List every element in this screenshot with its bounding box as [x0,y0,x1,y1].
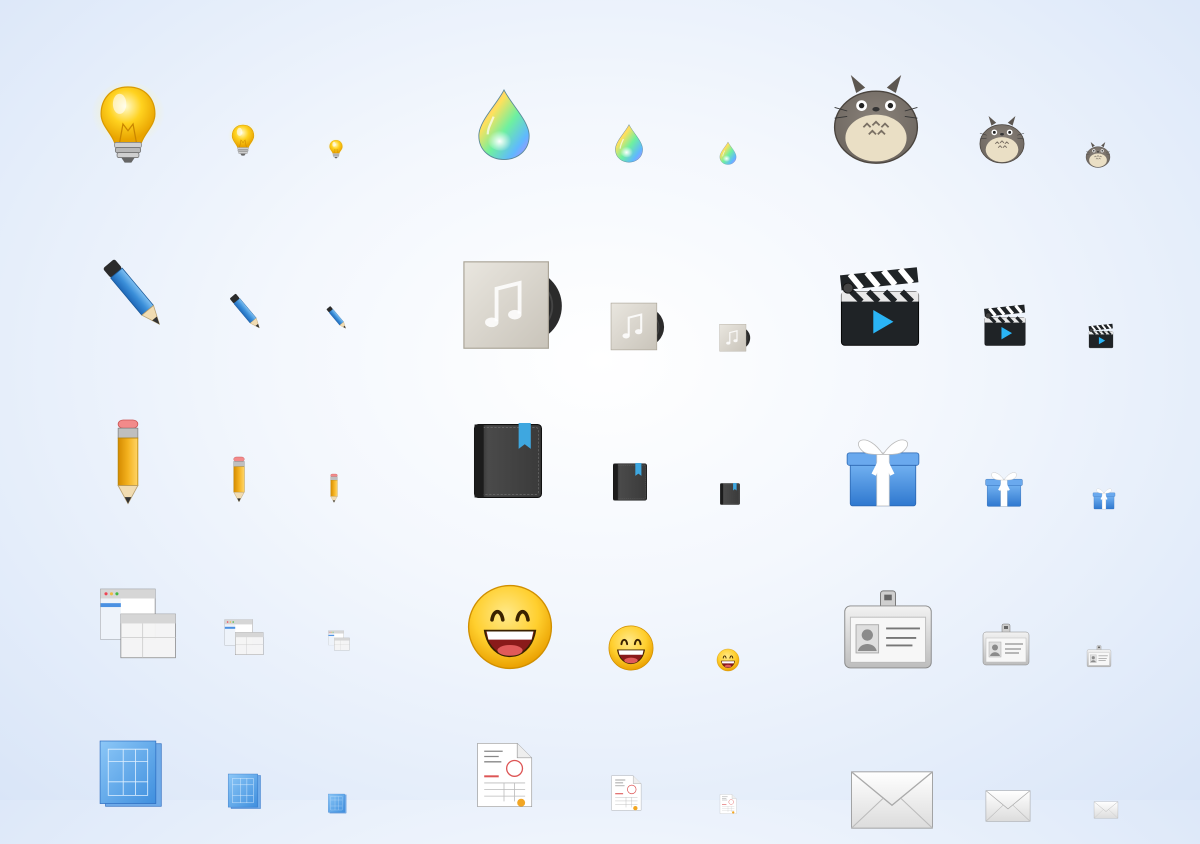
pencil-icon-graphic [233,456,245,503]
gift-box-icon-graphic [846,439,920,507]
totoro-icon-graphic [1085,142,1111,168]
id-badge-icon [841,589,935,683]
smiley-face-icon [716,648,740,672]
blueprint-icon [327,793,347,814]
lightbulb-icon [326,139,346,159]
bookmarked-book-icon-graphic [720,483,740,505]
music-album-icon [462,258,562,354]
gift-box-icon-graphic [1092,488,1116,510]
mail-envelope-icon [1093,797,1119,823]
clapperboard-video-icon [838,267,922,352]
blue-pen-icon [324,305,350,331]
blueprint-icon-graphic [328,793,347,814]
id-badge-icon [1086,645,1112,671]
totoro-icon [1085,142,1111,168]
icon-sheet [0,0,1200,829]
pencil-icon [87,419,169,505]
app-windows-icon [224,618,264,658]
pencil-icon [320,473,348,503]
blueprint-icon [96,740,164,809]
smiley-face-icon-graphic [467,584,553,670]
mail-envelope-icon-graphic [851,771,933,829]
smiley-face-icon [465,582,555,672]
bookmarked-book-icon [470,423,546,499]
gift-box-icon-graphic [985,472,1023,507]
gift-box-icon [984,468,1024,508]
blue-pen-icon [226,292,266,332]
id-badge-icon-graphic [844,590,932,669]
id-badge-icon-graphic [1086,645,1112,667]
lightbulb-icon [226,123,260,157]
pencil-icon-graphic [330,473,338,503]
mail-envelope-icon [848,756,936,844]
clapperboard-video-icon-graphic [1088,323,1114,349]
invoice-document-icon-graphic [477,742,533,808]
lightbulb-icon-graphic [228,123,258,156]
blueprint-icon [226,773,262,810]
smiley-face-icon-graphic [716,648,740,672]
music-album-icon-graphic [719,324,751,352]
lightbulb-icon-graphic [327,139,345,159]
blue-pen-icon-graphic [103,259,161,326]
blueprint-icon-graphic [227,773,261,809]
music-album-icon [610,301,665,353]
app-windows-icon-graphic [224,619,264,655]
color-drop-icon [716,141,740,165]
mail-envelope-icon-graphic [1093,801,1119,819]
music-album-icon-graphic [610,302,665,351]
app-windows-icon [328,630,350,652]
color-drop-icon [467,87,541,161]
clapperboard-video-icon [983,304,1027,349]
music-album-icon-graphic [463,261,562,349]
invoice-document-icon-graphic [611,775,642,811]
invoice-document-icon [471,742,537,808]
blue-pen-icon-graphic [230,293,260,329]
color-drop-icon-graphic [615,124,643,163]
blueprint-icon-graphic [99,740,162,807]
gift-box-icon [844,431,922,509]
totoro-icon-graphic [979,116,1025,164]
clapperboard-video-icon-graphic [984,304,1026,346]
app-windows-icon-graphic [100,588,176,659]
music-album-icon [719,323,751,353]
smiley-face-icon-graphic [608,625,654,671]
invoice-document-icon [608,775,644,811]
color-drop-icon [609,123,649,163]
gift-box-icon [1092,486,1116,510]
bookmarked-book-icon-graphic [473,423,543,499]
invoice-document-icon-graphic [719,794,737,814]
invoice-document-icon [718,794,738,814]
color-drop-icon-graphic [478,88,530,160]
pencil-icon [217,456,261,503]
blue-pen-icon-graphic [326,306,346,329]
mail-envelope-icon [984,782,1032,830]
smiley-face-icon [607,624,655,672]
color-drop-icon-graphic [719,141,737,165]
mail-envelope-icon-graphic [985,790,1031,822]
bookmarked-book-icon-graphic [612,463,648,501]
lightbulb-icon-graphic [91,82,165,163]
totoro-icon [831,75,921,165]
clapperboard-video-icon [1088,323,1114,350]
lightbulb-icon [86,82,170,166]
app-windows-icon [99,586,177,664]
bookmarked-book-icon [719,483,741,505]
pencil-icon-graphic [117,419,139,505]
id-badge-icon [981,623,1031,673]
totoro-icon-graphic [833,75,919,164]
totoro-icon [978,116,1026,164]
blue-pen-icon [96,256,172,332]
id-badge-icon-graphic [982,623,1030,666]
clapperboard-video-icon-graphic [839,267,920,346]
app-windows-icon-graphic [328,630,350,651]
bookmarked-book-icon [611,463,649,501]
